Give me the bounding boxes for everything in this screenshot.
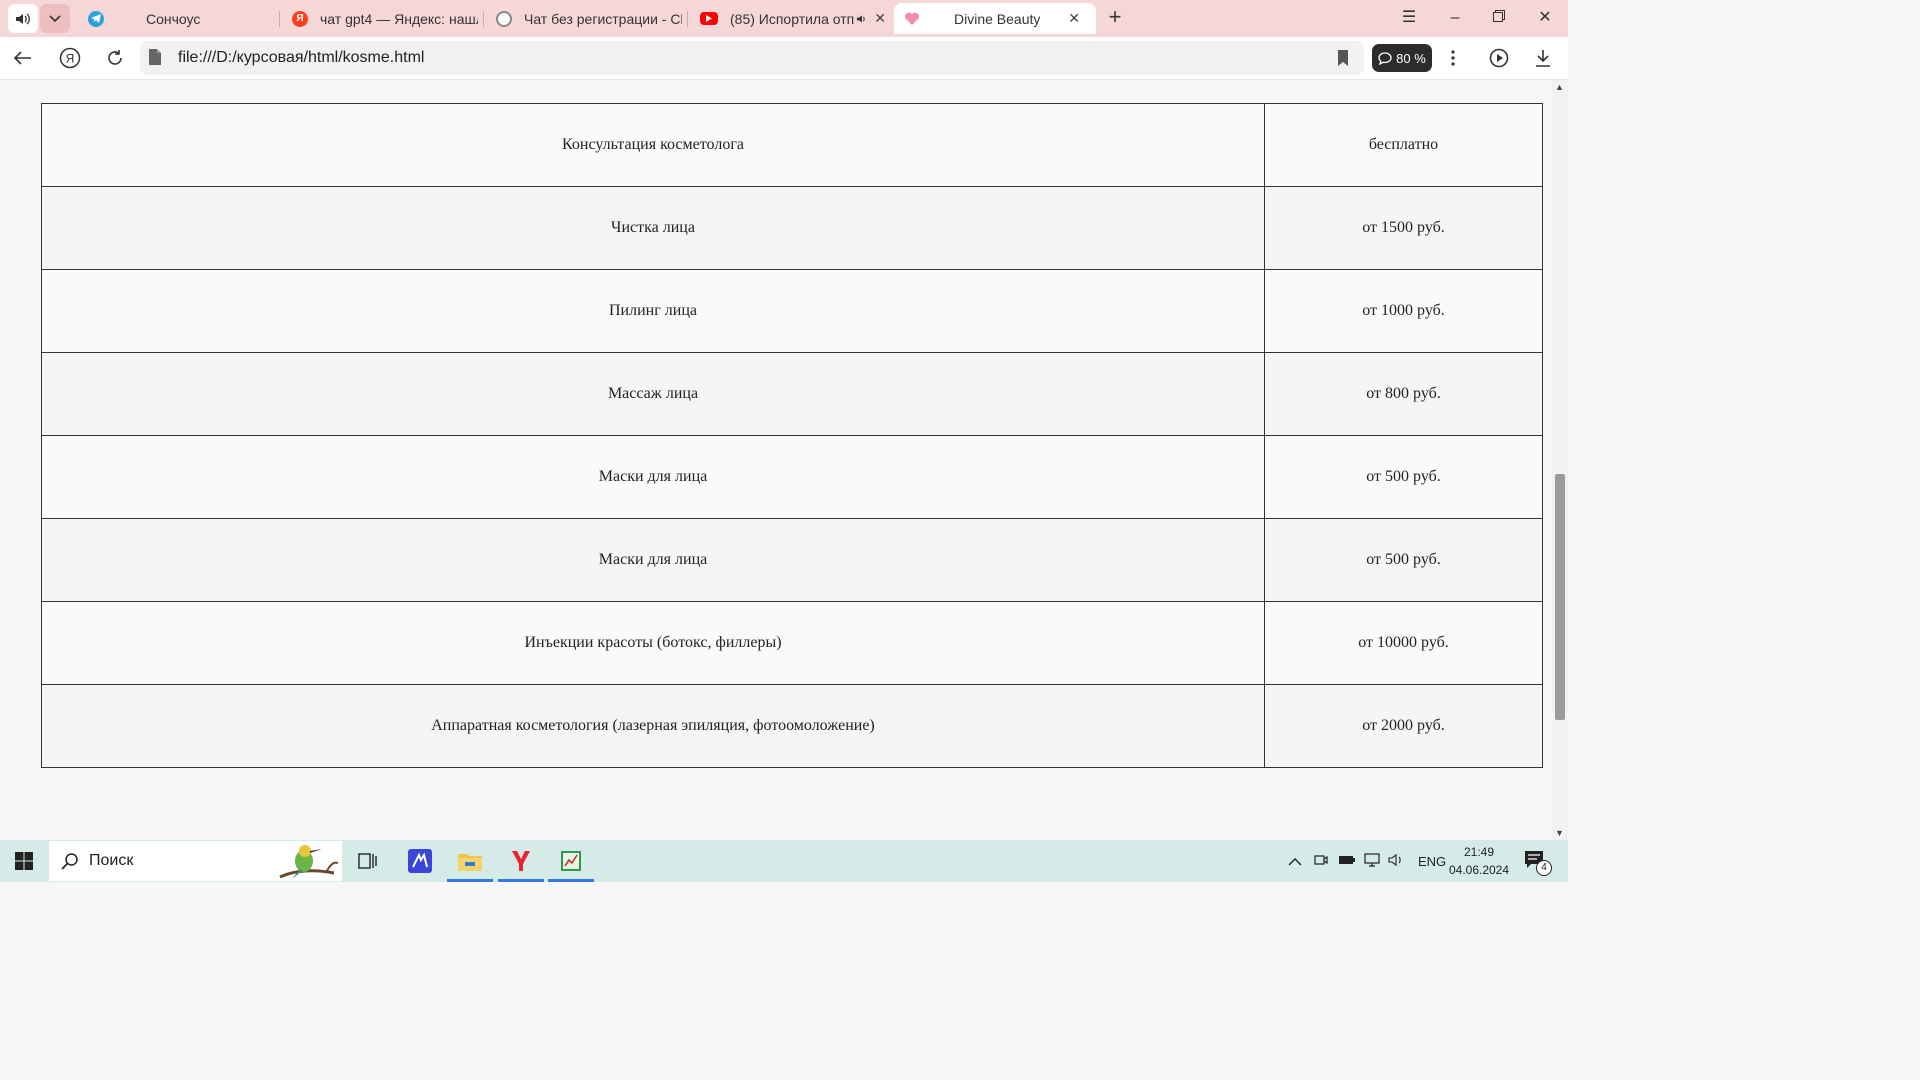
speaker-icon [16, 13, 30, 24]
service-name: Чистка лица [41, 186, 1265, 270]
new-tab-button[interactable]: + [1104, 6, 1126, 30]
volume-icon[interactable] [1388, 853, 1404, 870]
tab-list-button[interactable] [40, 4, 70, 33]
more-options-icon[interactable] [1440, 46, 1466, 70]
table-row: Чистка лица от 1500 руб. [41, 186, 1543, 270]
close-window-icon[interactable]: ✕ [1530, 6, 1560, 30]
back-icon[interactable] [10, 46, 36, 70]
service-name: Пилинг лица [41, 269, 1265, 353]
speaker-icon[interactable] [856, 14, 868, 24]
taskbar: Поиск ENG 21:49 04.06.2024 4 [0, 840, 1568, 882]
menu-icon[interactable]: ☰ [1394, 6, 1424, 30]
notepad-chart-app-icon[interactable] [546, 840, 596, 882]
task-view-icon[interactable] [343, 840, 393, 882]
service-price: от 500 руб. [1264, 435, 1543, 519]
close-icon[interactable]: ✕ [1062, 10, 1086, 27]
vertical-scrollbar[interactable]: ▲ ▼ [1552, 80, 1568, 840]
chat-bubble-icon [1378, 51, 1392, 65]
price-table: Консультация косметолога бесплатно Чистк… [41, 103, 1543, 768]
service-name: Консультация косметолога [41, 103, 1265, 187]
battery-icon[interactable] [1338, 854, 1356, 869]
svg-text:Я: Я [66, 52, 75, 66]
system-tray: ENG [1288, 840, 1446, 882]
tab-title: (85) Испортила отпус [730, 10, 855, 27]
service-price: от 1000 руб. [1264, 269, 1543, 353]
service-price: бесплатно [1264, 103, 1543, 187]
clock-date: 04.06.2024 [1448, 863, 1510, 877]
scroll-up-icon[interactable]: ▲ [1555, 82, 1564, 92]
tab-audio-button[interactable] [8, 4, 38, 33]
service-price: от 2000 руб. [1264, 684, 1543, 768]
table-row: Массаж лица от 800 руб. [41, 352, 1543, 436]
chevron-down-icon [49, 14, 61, 22]
openai-icon [496, 10, 512, 27]
tab-chat-no-registration[interactable]: Чат без регистрации - Ch [492, 3, 688, 34]
yandex-logo-icon[interactable]: Я [57, 46, 83, 70]
chevron-up-icon[interactable] [1288, 854, 1302, 869]
bird-illustration-icon [279, 845, 339, 879]
table-row: Пилинг лица от 1000 руб. [41, 269, 1543, 353]
minimize-icon[interactable]: – [1440, 6, 1470, 30]
scrollbar-thumb[interactable] [1555, 474, 1565, 720]
reload-icon[interactable] [102, 46, 128, 70]
camera-icon[interactable] [1314, 853, 1328, 870]
service-name: Маски для лица [41, 435, 1265, 519]
clock-time: 21:49 [1463, 845, 1495, 859]
tab-strip: Сончоус Я чат gpt4 — Яндекс: нашлось Чат… [0, 0, 1568, 37]
notification-center-icon[interactable]: 4 [1524, 850, 1552, 876]
table-row: Инъекции красоты (ботокс, филлеры) от 10… [41, 601, 1543, 685]
zoom-indicator[interactable]: 80 % [1372, 44, 1432, 72]
service-name: Аппаратная косметология (лазерная эпиляц… [41, 684, 1265, 768]
service-price: от 500 руб. [1264, 518, 1543, 602]
language-indicator[interactable]: ENG [1418, 854, 1446, 869]
tab-divine-beauty[interactable]: Divine Beauty ✕ [894, 3, 1096, 34]
vscode-like-app-icon[interactable] [395, 840, 445, 882]
heart-icon [904, 11, 920, 27]
address-toolbar: Я file:///D:/курсовая/html/kosme.html 80… [0, 37, 1568, 80]
taskbar-search[interactable]: Поиск [49, 841, 342, 881]
service-price: от 10000 руб. [1264, 601, 1543, 685]
tab-youtube[interactable]: (85) Испортила отпус ✕ [696, 3, 892, 34]
table-row: Маски для лица от 500 руб. [41, 435, 1543, 519]
scroll-down-icon[interactable]: ▼ [1555, 828, 1564, 838]
media-play-icon[interactable] [1486, 46, 1512, 70]
tab-title: Чат без регистрации - Ch [524, 10, 682, 27]
yandex-browser-icon[interactable] [496, 840, 546, 882]
file-explorer-icon[interactable] [445, 840, 495, 882]
bookmark-icon[interactable] [1336, 49, 1350, 67]
table-row: Аппаратная косметология (лазерная эпиляц… [41, 684, 1543, 768]
youtube-icon [700, 12, 718, 25]
search-label: Поиск [89, 852, 134, 869]
close-icon[interactable]: ✕ [868, 10, 892, 27]
notification-count: 4 [1536, 860, 1552, 876]
table-row: Маски для лица от 500 руб. [41, 518, 1543, 602]
search-icon [61, 853, 78, 870]
table-row: Консультация косметолога бесплатно [41, 103, 1543, 187]
tab-title: чат gpt4 — Яндекс: нашлось [320, 10, 478, 27]
yandex-icon: Я [292, 10, 308, 27]
service-name: Маски для лица [41, 518, 1265, 602]
download-icon[interactable] [1530, 46, 1556, 70]
tab-title: Сончоус [146, 10, 201, 27]
clock[interactable]: 21:49 04.06.2024 [1448, 843, 1510, 879]
tab-title: Divine Beauty [954, 10, 1041, 27]
restore-icon[interactable] [1484, 6, 1514, 30]
address-bar[interactable]: file:///D:/курсовая/html/kosme.html [140, 41, 1364, 75]
zoom-level: 80 % [1396, 50, 1426, 66]
network-icon[interactable] [1364, 852, 1380, 870]
file-icon [149, 49, 161, 65]
url-text[interactable]: file:///D:/курсовая/html/kosme.html [178, 49, 424, 67]
tab-yandex-search[interactable]: Я чат gpt4 — Яндекс: нашлось [288, 3, 484, 34]
service-price: от 800 руб. [1264, 352, 1543, 436]
service-price: от 1500 руб. [1264, 186, 1543, 270]
telegram-icon [88, 10, 104, 27]
page-content: Консультация косметолога бесплатно Чистк… [0, 80, 1552, 840]
windows-start-icon[interactable] [0, 840, 48, 882]
service-name: Массаж лица [41, 352, 1265, 436]
service-name: Инъекции красоты (ботокс, филлеры) [41, 601, 1265, 685]
tab-sonchous[interactable]: Сончоус [84, 3, 280, 34]
